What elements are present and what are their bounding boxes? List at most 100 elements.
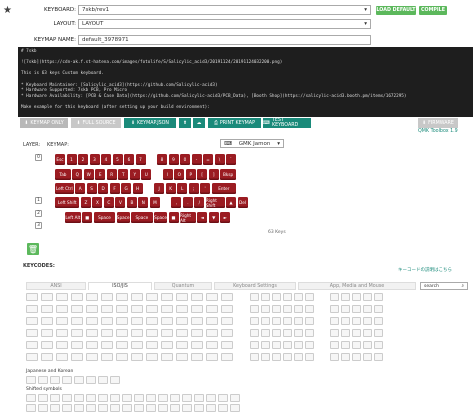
keycode-key[interactable]: [62, 404, 72, 412]
layer-2[interactable]: 2: [35, 210, 42, 217]
key[interactable]: M: [149, 197, 160, 208]
keycode-key[interactable]: [146, 305, 158, 313]
keycode-key[interactable]: [26, 394, 36, 402]
keycode-key[interactable]: [86, 329, 98, 337]
keycode-key[interactable]: [71, 353, 83, 361]
keycode-key[interactable]: [86, 404, 96, 412]
keycode-key[interactable]: [50, 376, 60, 384]
keycode-key[interactable]: [363, 305, 372, 313]
keycode-key[interactable]: [341, 317, 350, 325]
compile-button[interactable]: COMPILE: [419, 6, 447, 15]
key[interactable]: Left Ctrl: [55, 183, 74, 194]
keycode-key[interactable]: [176, 317, 188, 325]
keycode-key[interactable]: [272, 305, 281, 313]
keycode-key[interactable]: [191, 305, 203, 313]
keycode-key[interactable]: [206, 305, 218, 313]
keycode-key[interactable]: [294, 317, 303, 325]
keycode-key[interactable]: [374, 293, 383, 301]
keycode-key[interactable]: [221, 293, 233, 301]
keycode-key[interactable]: [56, 317, 68, 325]
keycode-key[interactable]: [131, 305, 143, 313]
keycode-key[interactable]: [261, 305, 270, 313]
keycode-key[interactable]: [161, 353, 173, 361]
keycode-key[interactable]: [116, 353, 128, 361]
key[interactable]: -: [191, 154, 202, 165]
keycode-key[interactable]: [110, 394, 120, 402]
keymap-json-button[interactable]: ⬇ KEYMAP.JSON: [124, 118, 176, 128]
keycode-key[interactable]: [191, 293, 203, 301]
keycode-key[interactable]: [230, 394, 240, 402]
key[interactable]: N: [138, 197, 149, 208]
keycode-key[interactable]: [116, 305, 128, 313]
tab-app-media-and-mouse[interactable]: App, Media and Mouse: [298, 282, 416, 290]
key[interactable]: D: [98, 183, 109, 194]
key[interactable]: O: [174, 169, 185, 180]
keycode-key[interactable]: [305, 329, 314, 337]
keycode-key[interactable]: [206, 341, 218, 349]
firmware-button[interactable]: ⬇ FIRMWARE: [418, 118, 458, 128]
keycode-key[interactable]: [41, 353, 53, 361]
keycode-key[interactable]: [374, 329, 383, 337]
key[interactable]: S: [86, 183, 97, 194]
keycode-key[interactable]: [330, 353, 339, 361]
keycode-key[interactable]: [250, 329, 259, 337]
key[interactable]: ◄: [197, 212, 208, 223]
keycode-key[interactable]: [250, 317, 259, 325]
key[interactable]: H: [132, 183, 143, 194]
keycode-help-link[interactable]: キーコードの説明はこちら: [398, 267, 452, 273]
keycode-key[interactable]: [101, 329, 113, 337]
key[interactable]: 3: [89, 154, 100, 165]
keycode-key[interactable]: [250, 341, 259, 349]
keycode-key[interactable]: [146, 353, 158, 361]
keycode-key[interactable]: [352, 317, 361, 325]
keycode-key[interactable]: [182, 404, 192, 412]
keycode-key[interactable]: [206, 293, 218, 301]
keycode-key[interactable]: [305, 353, 314, 361]
test-keyboard-button[interactable]: ⌨ TEST KEYBOARD: [263, 118, 311, 128]
keycode-key[interactable]: [101, 341, 113, 349]
key[interactable]: Tab: [55, 169, 71, 180]
keycode-key[interactable]: [74, 376, 84, 384]
keycode-key[interactable]: [261, 317, 270, 325]
cloud-icon[interactable]: ☁: [193, 118, 205, 128]
keycode-key[interactable]: [74, 404, 84, 412]
keycode-key[interactable]: [230, 404, 240, 412]
keycode-key[interactable]: [352, 305, 361, 313]
keycode-key[interactable]: [56, 305, 68, 313]
keyset-select[interactable]: ⌨ GMK Jamon ▾: [220, 139, 284, 148]
keycode-key[interactable]: [86, 293, 98, 301]
key[interactable]: X: [92, 197, 103, 208]
keycode-key[interactable]: [363, 353, 372, 361]
keycode-key[interactable]: [26, 341, 38, 349]
keycode-key[interactable]: [206, 404, 216, 412]
keycode-key[interactable]: [176, 353, 188, 361]
keycode-key[interactable]: [283, 305, 292, 313]
keycode-key[interactable]: [330, 317, 339, 325]
keycode-key[interactable]: [146, 394, 156, 402]
keycode-key[interactable]: [134, 404, 144, 412]
keycode-key[interactable]: [261, 293, 270, 301]
tab-ansi[interactable]: ANSI: [26, 282, 86, 290]
tab-quantum[interactable]: Quantum: [154, 282, 212, 290]
key[interactable]: 2: [78, 154, 88, 165]
tab-iso-jis[interactable]: ISO/JIS: [88, 282, 152, 290]
keycode-key[interactable]: [221, 317, 233, 325]
keycode-key[interactable]: [330, 293, 339, 301]
keycode-key[interactable]: [352, 341, 361, 349]
keycode-key[interactable]: [56, 329, 68, 337]
key[interactable]: Del: [237, 197, 248, 208]
keycode-key[interactable]: [110, 376, 120, 384]
key[interactable]: Enter: [211, 183, 236, 194]
keymap-only-button[interactable]: ⬇ KEYMAP ONLY: [20, 118, 68, 128]
keycode-key[interactable]: [374, 353, 383, 361]
key[interactable]: B: [126, 197, 137, 208]
keycode-key[interactable]: [116, 293, 128, 301]
key[interactable]: G: [121, 183, 132, 194]
key[interactable]: ;: [188, 183, 199, 194]
keycode-key[interactable]: [146, 404, 156, 412]
key[interactable]: 1: [66, 154, 77, 165]
keycode-key[interactable]: [26, 293, 38, 301]
key[interactable]: R: [106, 169, 117, 180]
layout-select[interactable]: LAYOUT ▾: [78, 19, 371, 29]
key[interactable]: V: [115, 197, 126, 208]
